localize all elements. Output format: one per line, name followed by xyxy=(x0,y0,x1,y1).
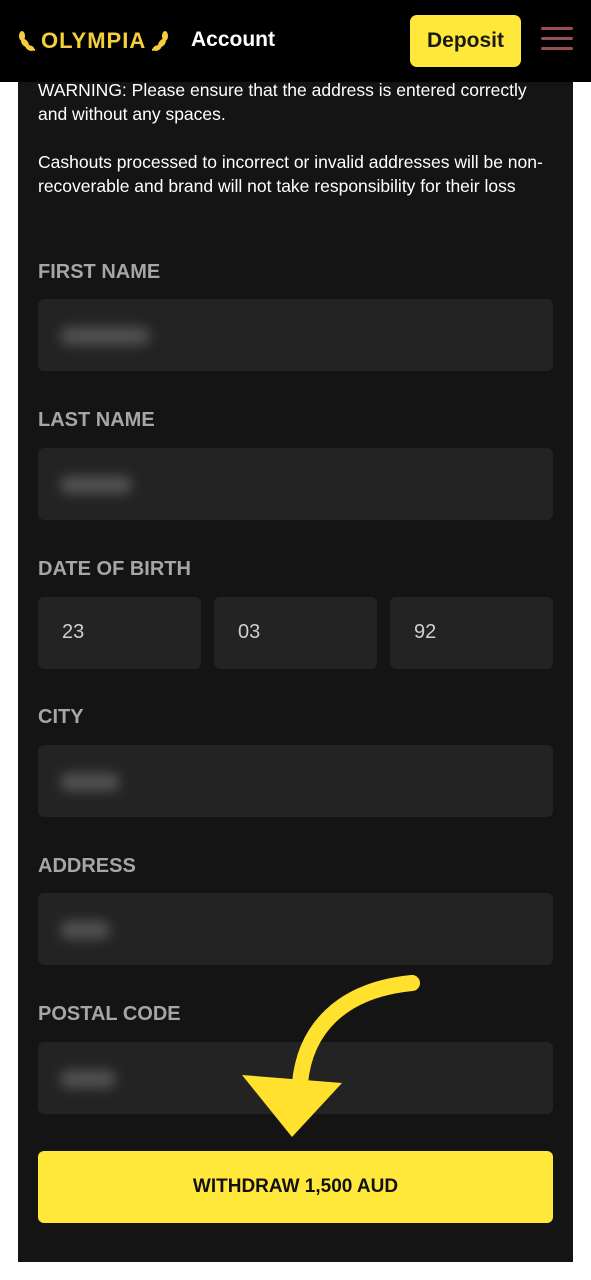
first-name-label: FIRST NAME xyxy=(38,261,161,283)
last-name-label: LAST NAME xyxy=(38,409,155,431)
redacted-value xyxy=(60,921,110,939)
postal-code-label: POSTAL CODE xyxy=(38,1003,181,1025)
address-label: ADDRESS xyxy=(38,855,136,877)
withdraw-button[interactable]: WITHDRAW 1,500 AUD xyxy=(38,1151,553,1223)
page-title: Account xyxy=(191,28,275,51)
redacted-value xyxy=(60,476,132,494)
redacted-value xyxy=(60,773,120,791)
first-name-field[interactable] xyxy=(38,299,553,371)
logo-text: OLYMPIA xyxy=(41,28,147,53)
hamburger-menu-icon[interactable] xyxy=(541,27,573,55)
city-label: CITY xyxy=(38,706,84,728)
warning-invalid-address: Cashouts processed to incorrect or inval… xyxy=(38,152,543,196)
date-of-birth-label: DATE OF BIRTH xyxy=(38,558,191,580)
dob-day-field[interactable]: 23 xyxy=(38,597,201,669)
warning-spaces: WARNING: Please ensure that the address … xyxy=(38,80,527,124)
olympia-logo[interactable]: OLYMPIA xyxy=(17,26,170,56)
city-field[interactable] xyxy=(38,745,553,817)
pointer-arrow-icon xyxy=(242,975,420,1137)
redacted-value xyxy=(60,327,150,345)
warning-text: WARNING: Please ensure that the address … xyxy=(38,78,548,222)
laurel-left-icon xyxy=(19,31,36,51)
last-name-field[interactable] xyxy=(38,448,553,520)
redacted-value xyxy=(60,1070,116,1088)
deposit-button[interactable]: Deposit xyxy=(410,15,521,67)
address-field[interactable] xyxy=(38,893,553,965)
dob-year-field[interactable]: 92 xyxy=(390,597,553,669)
laurel-right-icon xyxy=(151,31,169,51)
top-navigation-bar: OLYMPIA Account Deposit xyxy=(0,0,591,82)
dob-month-field[interactable]: 03 xyxy=(214,597,377,669)
